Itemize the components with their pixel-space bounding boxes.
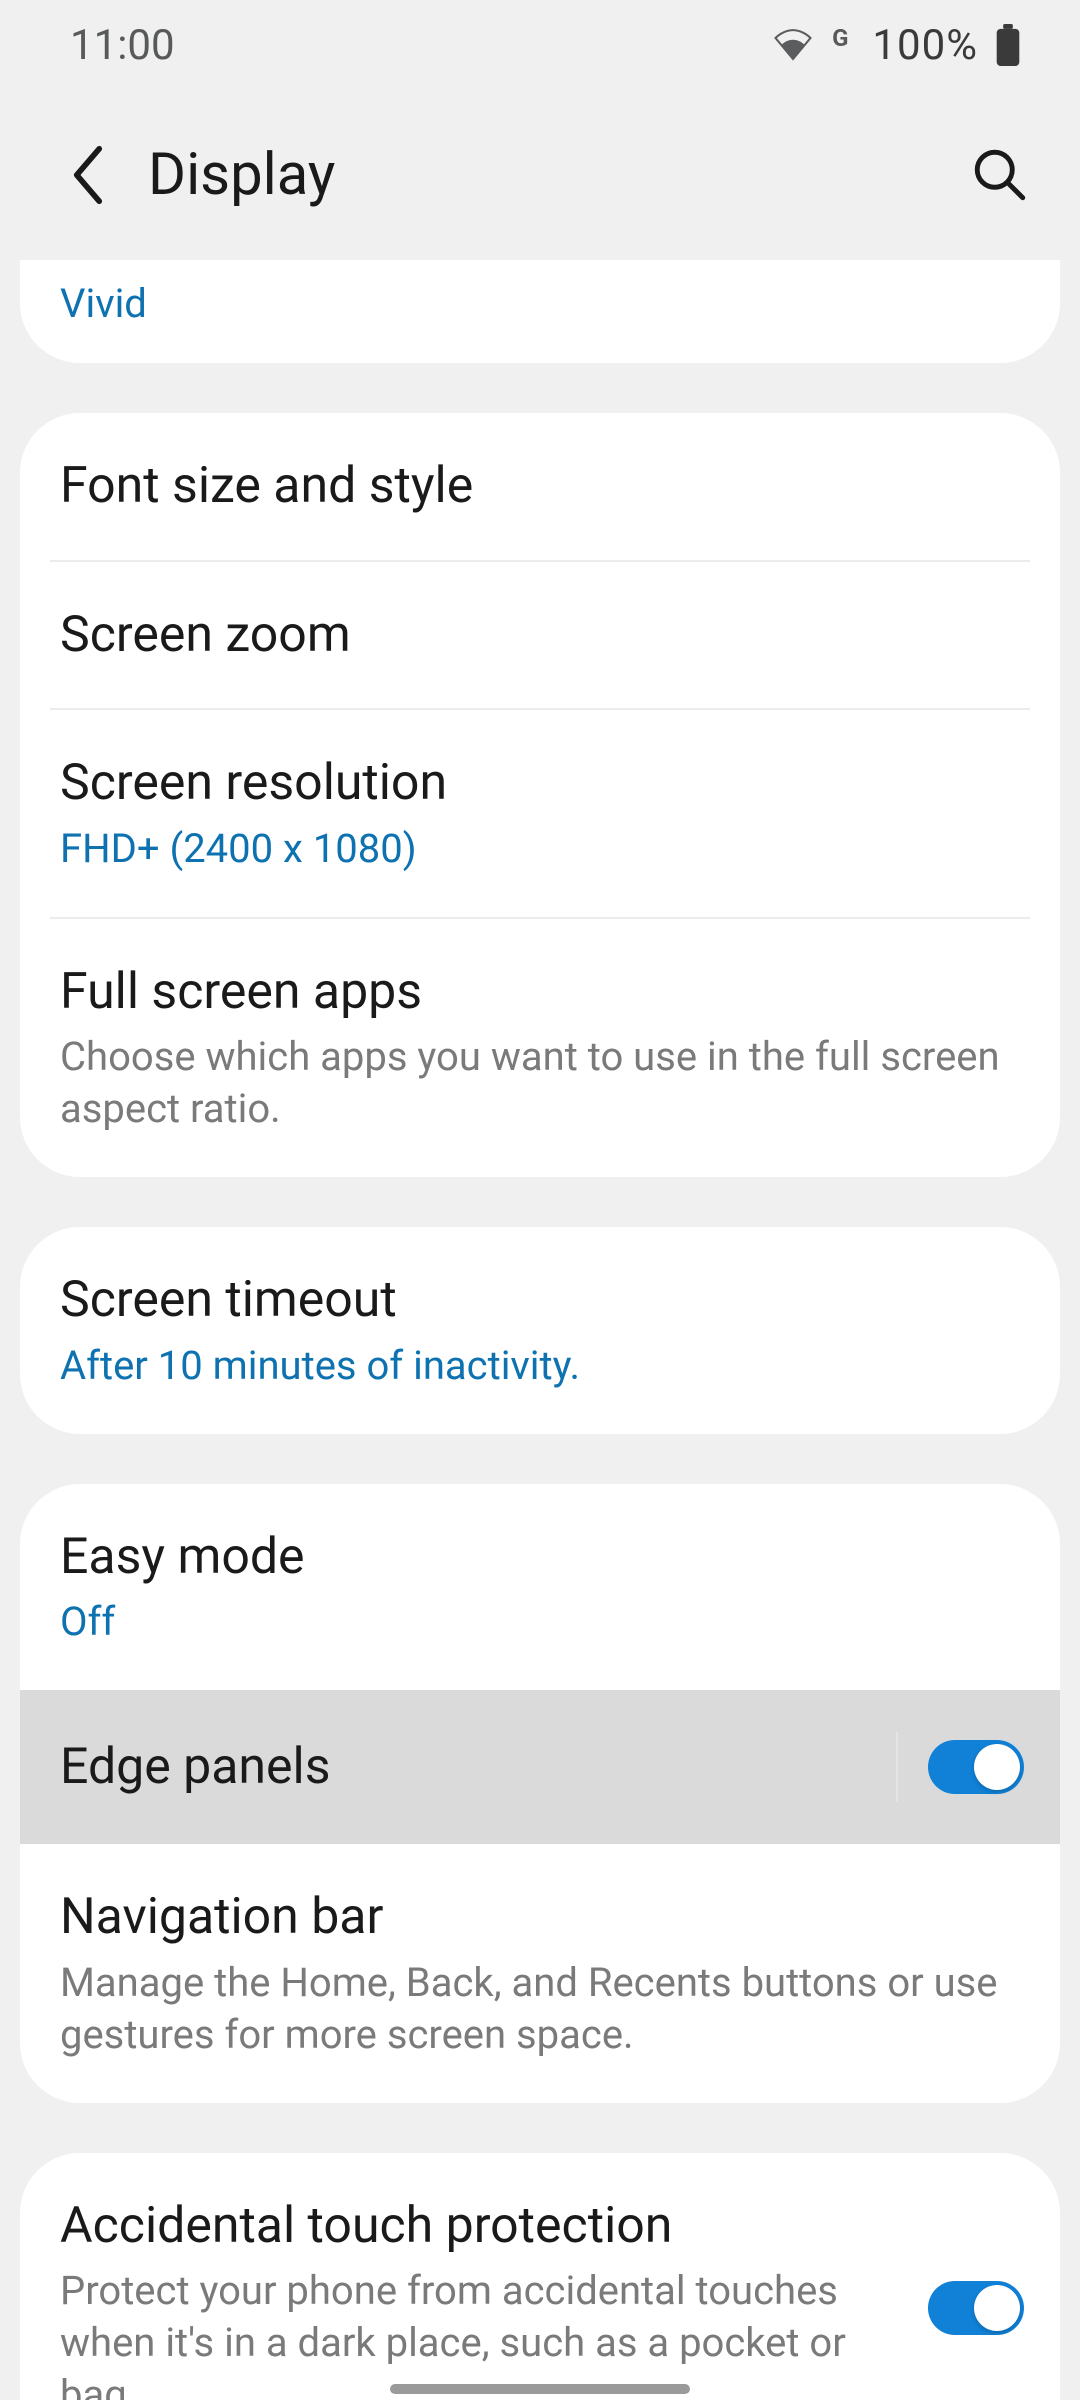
chevron-left-icon [68, 145, 108, 205]
row-title: Easy mode [60, 1526, 1020, 1589]
settings-group-font: Font size and style Screen zoom Screen r… [20, 413, 1060, 1177]
row-title: Edge panels [60, 1736, 876, 1799]
row-title: Navigation bar [60, 1886, 1020, 1949]
row-title: Full screen apps [60, 961, 1020, 1024]
row-font-size-style[interactable]: Font size and style [20, 413, 1060, 560]
content-scroll[interactable]: Vivid Font size and style Screen zoom Sc… [0, 260, 1080, 2400]
edge-panels-switch[interactable] [928, 1740, 1024, 1794]
row-sub: FHD+ (2400 x 1080) [60, 823, 1020, 875]
search-button[interactable] [960, 135, 1040, 215]
row-edge-panels[interactable]: Edge panels [20, 1690, 1060, 1844]
row-easy-mode[interactable]: Easy mode Off [20, 1484, 1060, 1691]
row-title: Accidental touch protection [60, 2195, 908, 2258]
status-time: 11:00 [70, 21, 175, 70]
row-screen-zoom[interactable]: Screen zoom [20, 562, 1060, 709]
battery-percent: 100% [872, 21, 978, 70]
row-sub: Choose which apps you want to use in the… [60, 1031, 1020, 1135]
accidental-touch-switch[interactable] [928, 2281, 1024, 2335]
row-navigation-bar[interactable]: Navigation bar Manage the Home, Back, an… [20, 1844, 1060, 2103]
row-screen-timeout[interactable]: Screen timeout After 10 minutes of inact… [20, 1227, 1060, 1434]
status-right: G 100% [772, 21, 1020, 70]
settings-group-timeout: Screen timeout After 10 minutes of inact… [20, 1227, 1060, 1434]
status-bar: 11:00 G 100% [0, 0, 1080, 90]
home-indicator[interactable] [390, 2384, 690, 2394]
app-header: Display [0, 90, 1080, 260]
switch-separator [896, 1732, 898, 1802]
row-sub: After 10 minutes of inactivity. [60, 1340, 1020, 1392]
row-title: Font size and style [60, 455, 1020, 518]
wifi-icon [772, 28, 814, 62]
row-sub: Protect your phone from accidental touch… [60, 2265, 908, 2400]
row-accidental-touch[interactable]: Accidental touch protection Protect your… [20, 2153, 1060, 2400]
battery-icon [996, 24, 1020, 66]
row-title: Screen zoom [60, 604, 1020, 667]
settings-group-layout: Easy mode Off Edge panels Navigation bar… [20, 1484, 1060, 2103]
back-button[interactable] [48, 135, 128, 215]
row-title: Screen resolution [60, 752, 1020, 815]
row-title: Screen timeout [60, 1269, 1020, 1332]
search-icon [972, 147, 1028, 203]
network-type: G [832, 24, 848, 52]
row-full-screen-apps[interactable]: Full screen apps Choose which apps you w… [20, 919, 1060, 1178]
row-sub: Manage the Home, Back, and Recents butto… [60, 1957, 1020, 2061]
screen-mode-value: Vivid [60, 280, 147, 327]
row-sub: Off [60, 1596, 1020, 1648]
row-screen-resolution[interactable]: Screen resolution FHD+ (2400 x 1080) [20, 710, 1060, 917]
settings-group-touch: Accidental touch protection Protect your… [20, 2153, 1060, 2400]
page-title: Display [148, 141, 960, 209]
screen-mode-row-fragment[interactable]: Vivid [20, 260, 1060, 363]
